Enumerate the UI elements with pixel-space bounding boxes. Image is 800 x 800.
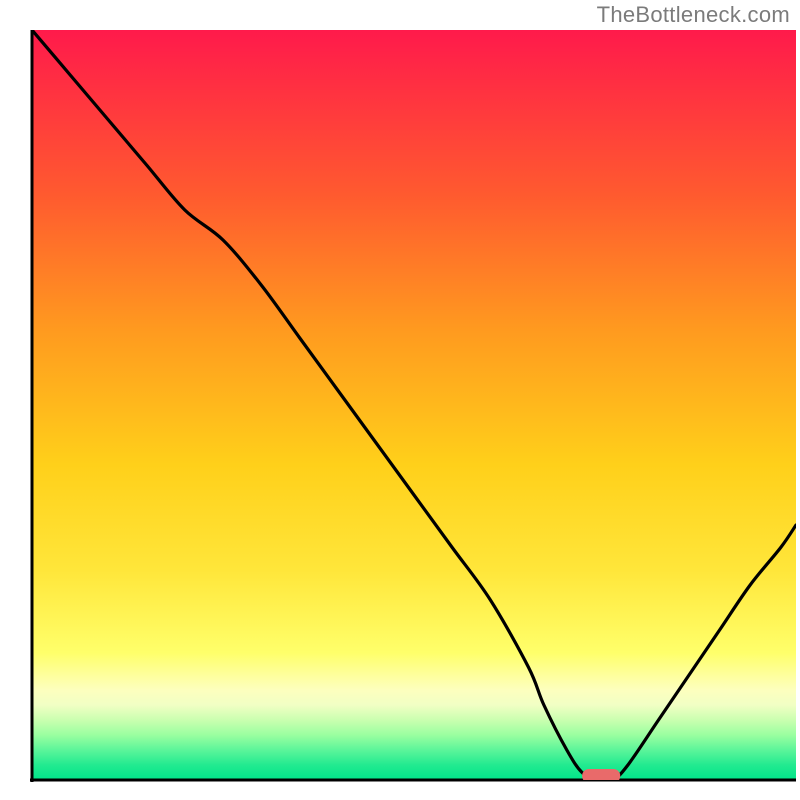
chart-stage: TheBottleneck.com <box>0 0 800 800</box>
watermark-text: TheBottleneck.com <box>597 2 790 28</box>
plot-background <box>32 30 796 780</box>
bottleneck-plot <box>0 0 800 800</box>
